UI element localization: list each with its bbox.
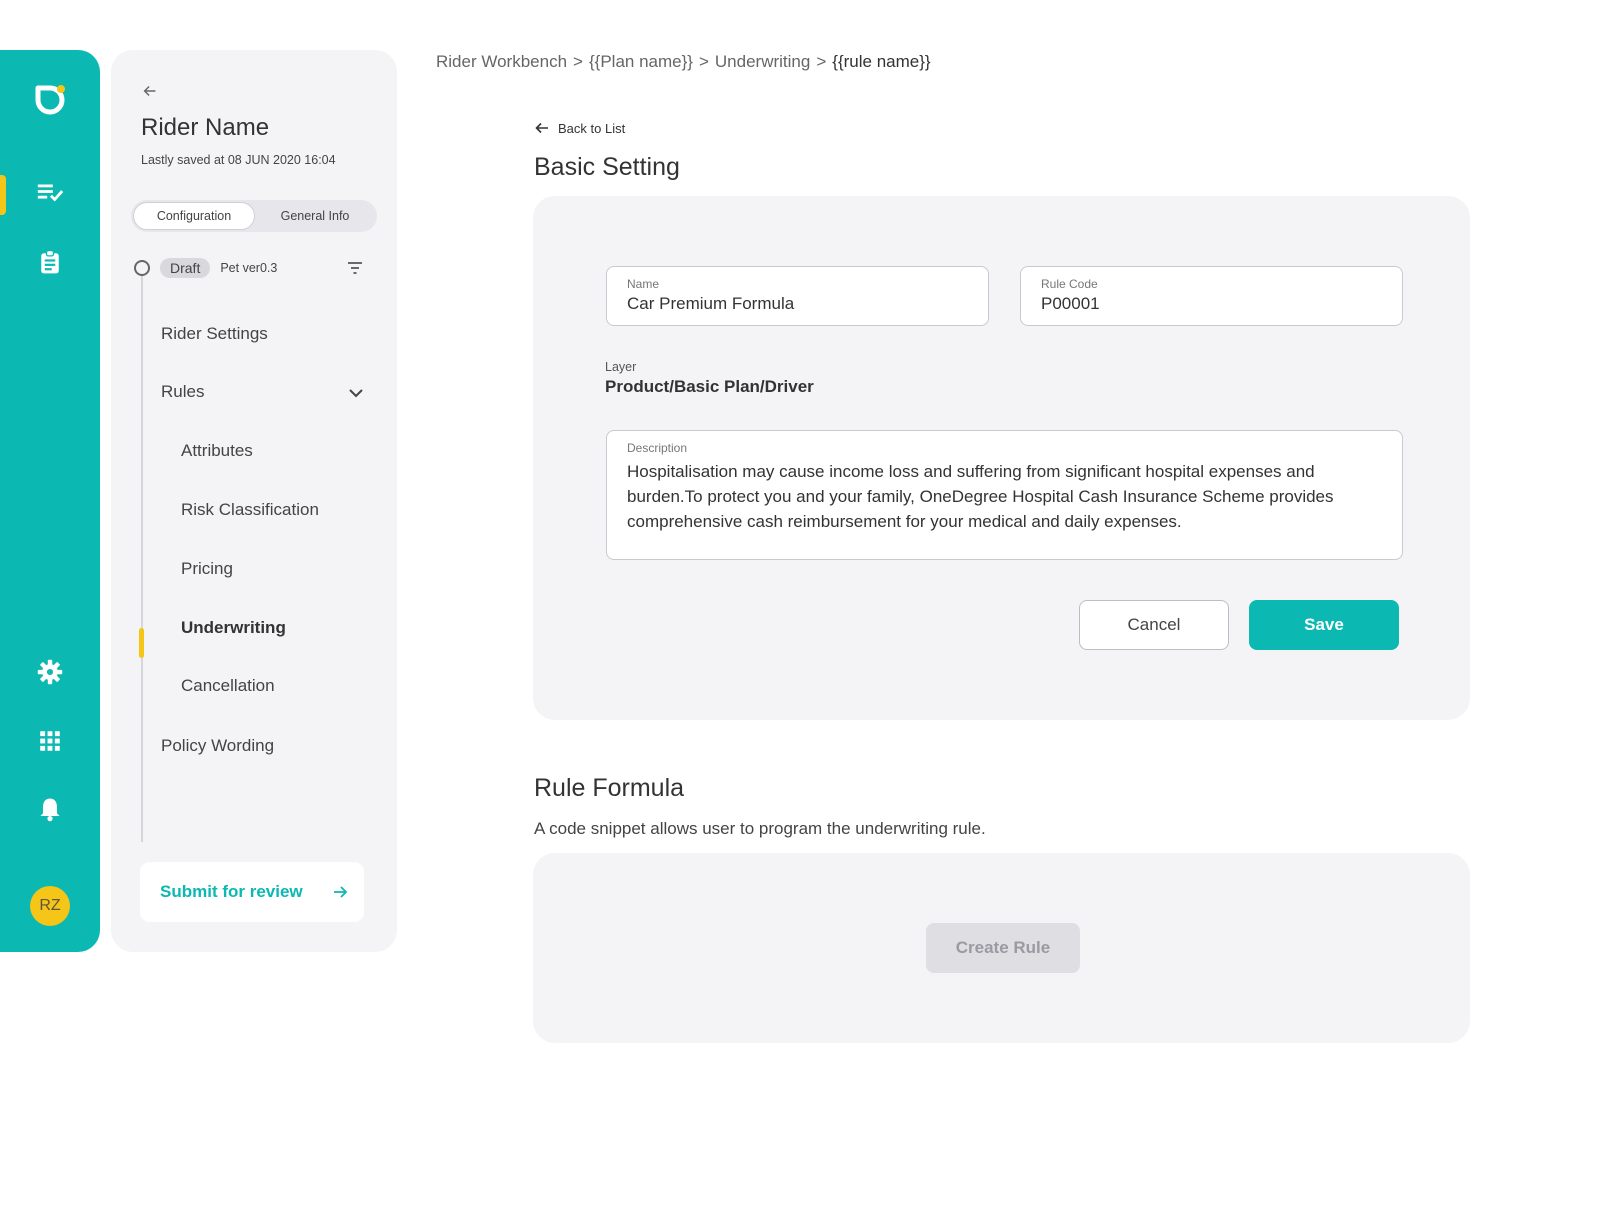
rider-name-title: Rider Name xyxy=(141,114,270,141)
submit-label: Submit for review xyxy=(160,882,303,901)
arrow-right-icon xyxy=(331,883,349,901)
arrow-left-icon xyxy=(535,122,548,134)
version-label: Pet ver0.3 xyxy=(220,261,278,275)
app-rail: RZ xyxy=(0,50,100,952)
name-field[interactable]: Name Car Premium Formula xyxy=(606,266,989,326)
breadcrumb-rule-name: {{rule name}} xyxy=(832,52,931,71)
nav-underwriting[interactable]: Underwriting xyxy=(181,618,286,638)
checklist-icon[interactable] xyxy=(34,176,66,208)
nav-rider-settings[interactable]: Rider Settings xyxy=(161,324,268,344)
rider-nav-panel: Rider Name Lastly saved at 08 JUN 2020 1… xyxy=(111,50,397,952)
timeline-active-indicator xyxy=(139,628,144,658)
rule-code-field[interactable]: Rule Code P00001 xyxy=(1020,266,1403,326)
breadcrumb-plan-name[interactable]: {{Plan name}} xyxy=(589,52,693,72)
rule-formula-heading: Rule Formula xyxy=(534,774,685,802)
basic-setting-heading: Basic Setting xyxy=(534,153,680,181)
version-row: Draft Pet ver0.3 xyxy=(134,256,364,280)
filter-icon[interactable] xyxy=(346,259,364,277)
breadcrumb-separator: > xyxy=(816,52,827,71)
draft-badge: Draft xyxy=(160,258,211,278)
rule-formula-description: A code snippet allows user to program th… xyxy=(534,819,986,838)
rule-code-value: P00001 xyxy=(1041,294,1100,313)
cancel-button[interactable]: Cancel xyxy=(1079,600,1229,650)
breadcrumb-underwriting[interactable]: Underwriting xyxy=(715,52,810,72)
back-to-list-label: Back to List xyxy=(558,120,626,136)
description-value: Hospitalisation may cause income loss an… xyxy=(627,462,1334,531)
layer-label: Layer xyxy=(605,360,637,374)
segment-general-info[interactable]: General Info xyxy=(255,202,375,230)
avatar[interactable]: RZ xyxy=(30,886,70,926)
gear-icon[interactable] xyxy=(34,656,66,688)
grid-icon[interactable] xyxy=(34,725,66,757)
breadcrumb-separator: > xyxy=(573,52,583,71)
clipboard-icon[interactable] xyxy=(34,246,66,278)
bell-icon[interactable] xyxy=(34,793,66,825)
nav-cancellation[interactable]: Cancellation xyxy=(181,676,275,696)
timeline-line xyxy=(141,272,143,842)
nav-pricing[interactable]: Pricing xyxy=(181,559,233,579)
segment-control: Configuration General Info xyxy=(131,200,377,232)
last-saved-text: Lastly saved at 08 JUN 2020 16:04 xyxy=(141,153,336,167)
nav-risk-classification[interactable]: Risk Classification xyxy=(181,500,319,520)
version-status-circle xyxy=(134,260,150,276)
rail-active-indicator xyxy=(0,175,6,215)
layer-value: Product/Basic Plan/Driver xyxy=(605,377,814,396)
back-arrow-icon[interactable] xyxy=(141,82,161,102)
basic-setting-card: Name Car Premium Formula Rule Code P0000… xyxy=(533,196,1470,720)
chevron-down-icon[interactable] xyxy=(347,384,365,402)
back-to-list-link[interactable]: Back to List xyxy=(534,120,625,136)
segment-configuration[interactable]: Configuration xyxy=(133,202,255,230)
nav-rules[interactable]: Rules xyxy=(161,382,204,402)
breadcrumb-rider-workbench[interactable]: Rider Workbench xyxy=(436,52,567,72)
rule-code-label: Rule Code xyxy=(1041,277,1098,291)
nav-policy-wording[interactable]: Policy Wording xyxy=(161,736,274,756)
nav-attributes[interactable]: Attributes xyxy=(181,441,253,461)
rule-formula-card: Create Rule xyxy=(533,853,1470,1043)
description-field[interactable]: Description Hospitalisation may cause in… xyxy=(606,430,1403,560)
logo-icon[interactable] xyxy=(30,80,70,120)
submit-for-review-button[interactable]: Submit for review xyxy=(140,862,364,922)
description-label: Description xyxy=(627,441,688,455)
create-rule-button[interactable]: Create Rule xyxy=(926,923,1080,973)
name-field-label: Name xyxy=(627,277,660,291)
save-button[interactable]: Save xyxy=(1249,600,1399,650)
name-field-value: Car Premium Formula xyxy=(627,294,795,313)
breadcrumb-separator: > xyxy=(698,52,709,71)
breadcrumb: Rider Workbench > {{Plan name}} > Underw… xyxy=(436,52,931,72)
